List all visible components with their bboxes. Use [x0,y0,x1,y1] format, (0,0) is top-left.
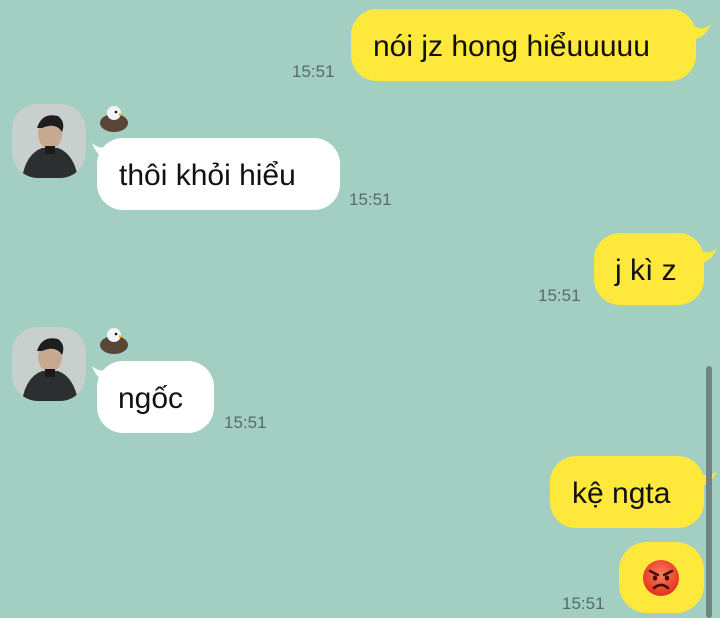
message-timestamp: 15:51 [538,286,581,305]
message-timestamp: 15:51 [562,594,605,613]
eagle-badge-icon [100,328,128,354]
eagle-badge-icon [100,106,128,132]
message-bubble-incoming[interactable]: ngốc [97,361,214,433]
scrollbar[interactable] [706,366,712,618]
message-text: nói jz hong hiểuuuuu [373,30,650,63]
message-text: ngốc [118,382,184,415]
bubble-tail [696,246,717,264]
message-bubble-outgoing[interactable]: kệ ngta [550,456,704,528]
emoji-message-bubble[interactable] [619,542,704,613]
message-text: thôi khỏi hiểu [119,159,296,192]
message-bubble-outgoing[interactable]: nói jz hong hiểuuuuu [351,9,696,81]
message-timestamp: 15:51 [349,190,392,209]
message-bubble-incoming[interactable]: thôi khỏi hiểu [97,138,340,210]
contact-avatar[interactable] [12,104,86,178]
message-text: kệ ngta [572,477,671,510]
message-timestamp: 15:51 [292,62,335,81]
angry-face-emoji [643,560,679,596]
message-text: j kì z [615,254,677,287]
person-photo-icon [12,327,86,401]
person-photo-icon [12,104,86,178]
message-timestamp: 15:51 [224,413,267,432]
contact-avatar[interactable] [12,327,86,401]
bubble-tail [690,22,711,40]
message-bubble-outgoing[interactable]: j kì z [594,233,704,305]
